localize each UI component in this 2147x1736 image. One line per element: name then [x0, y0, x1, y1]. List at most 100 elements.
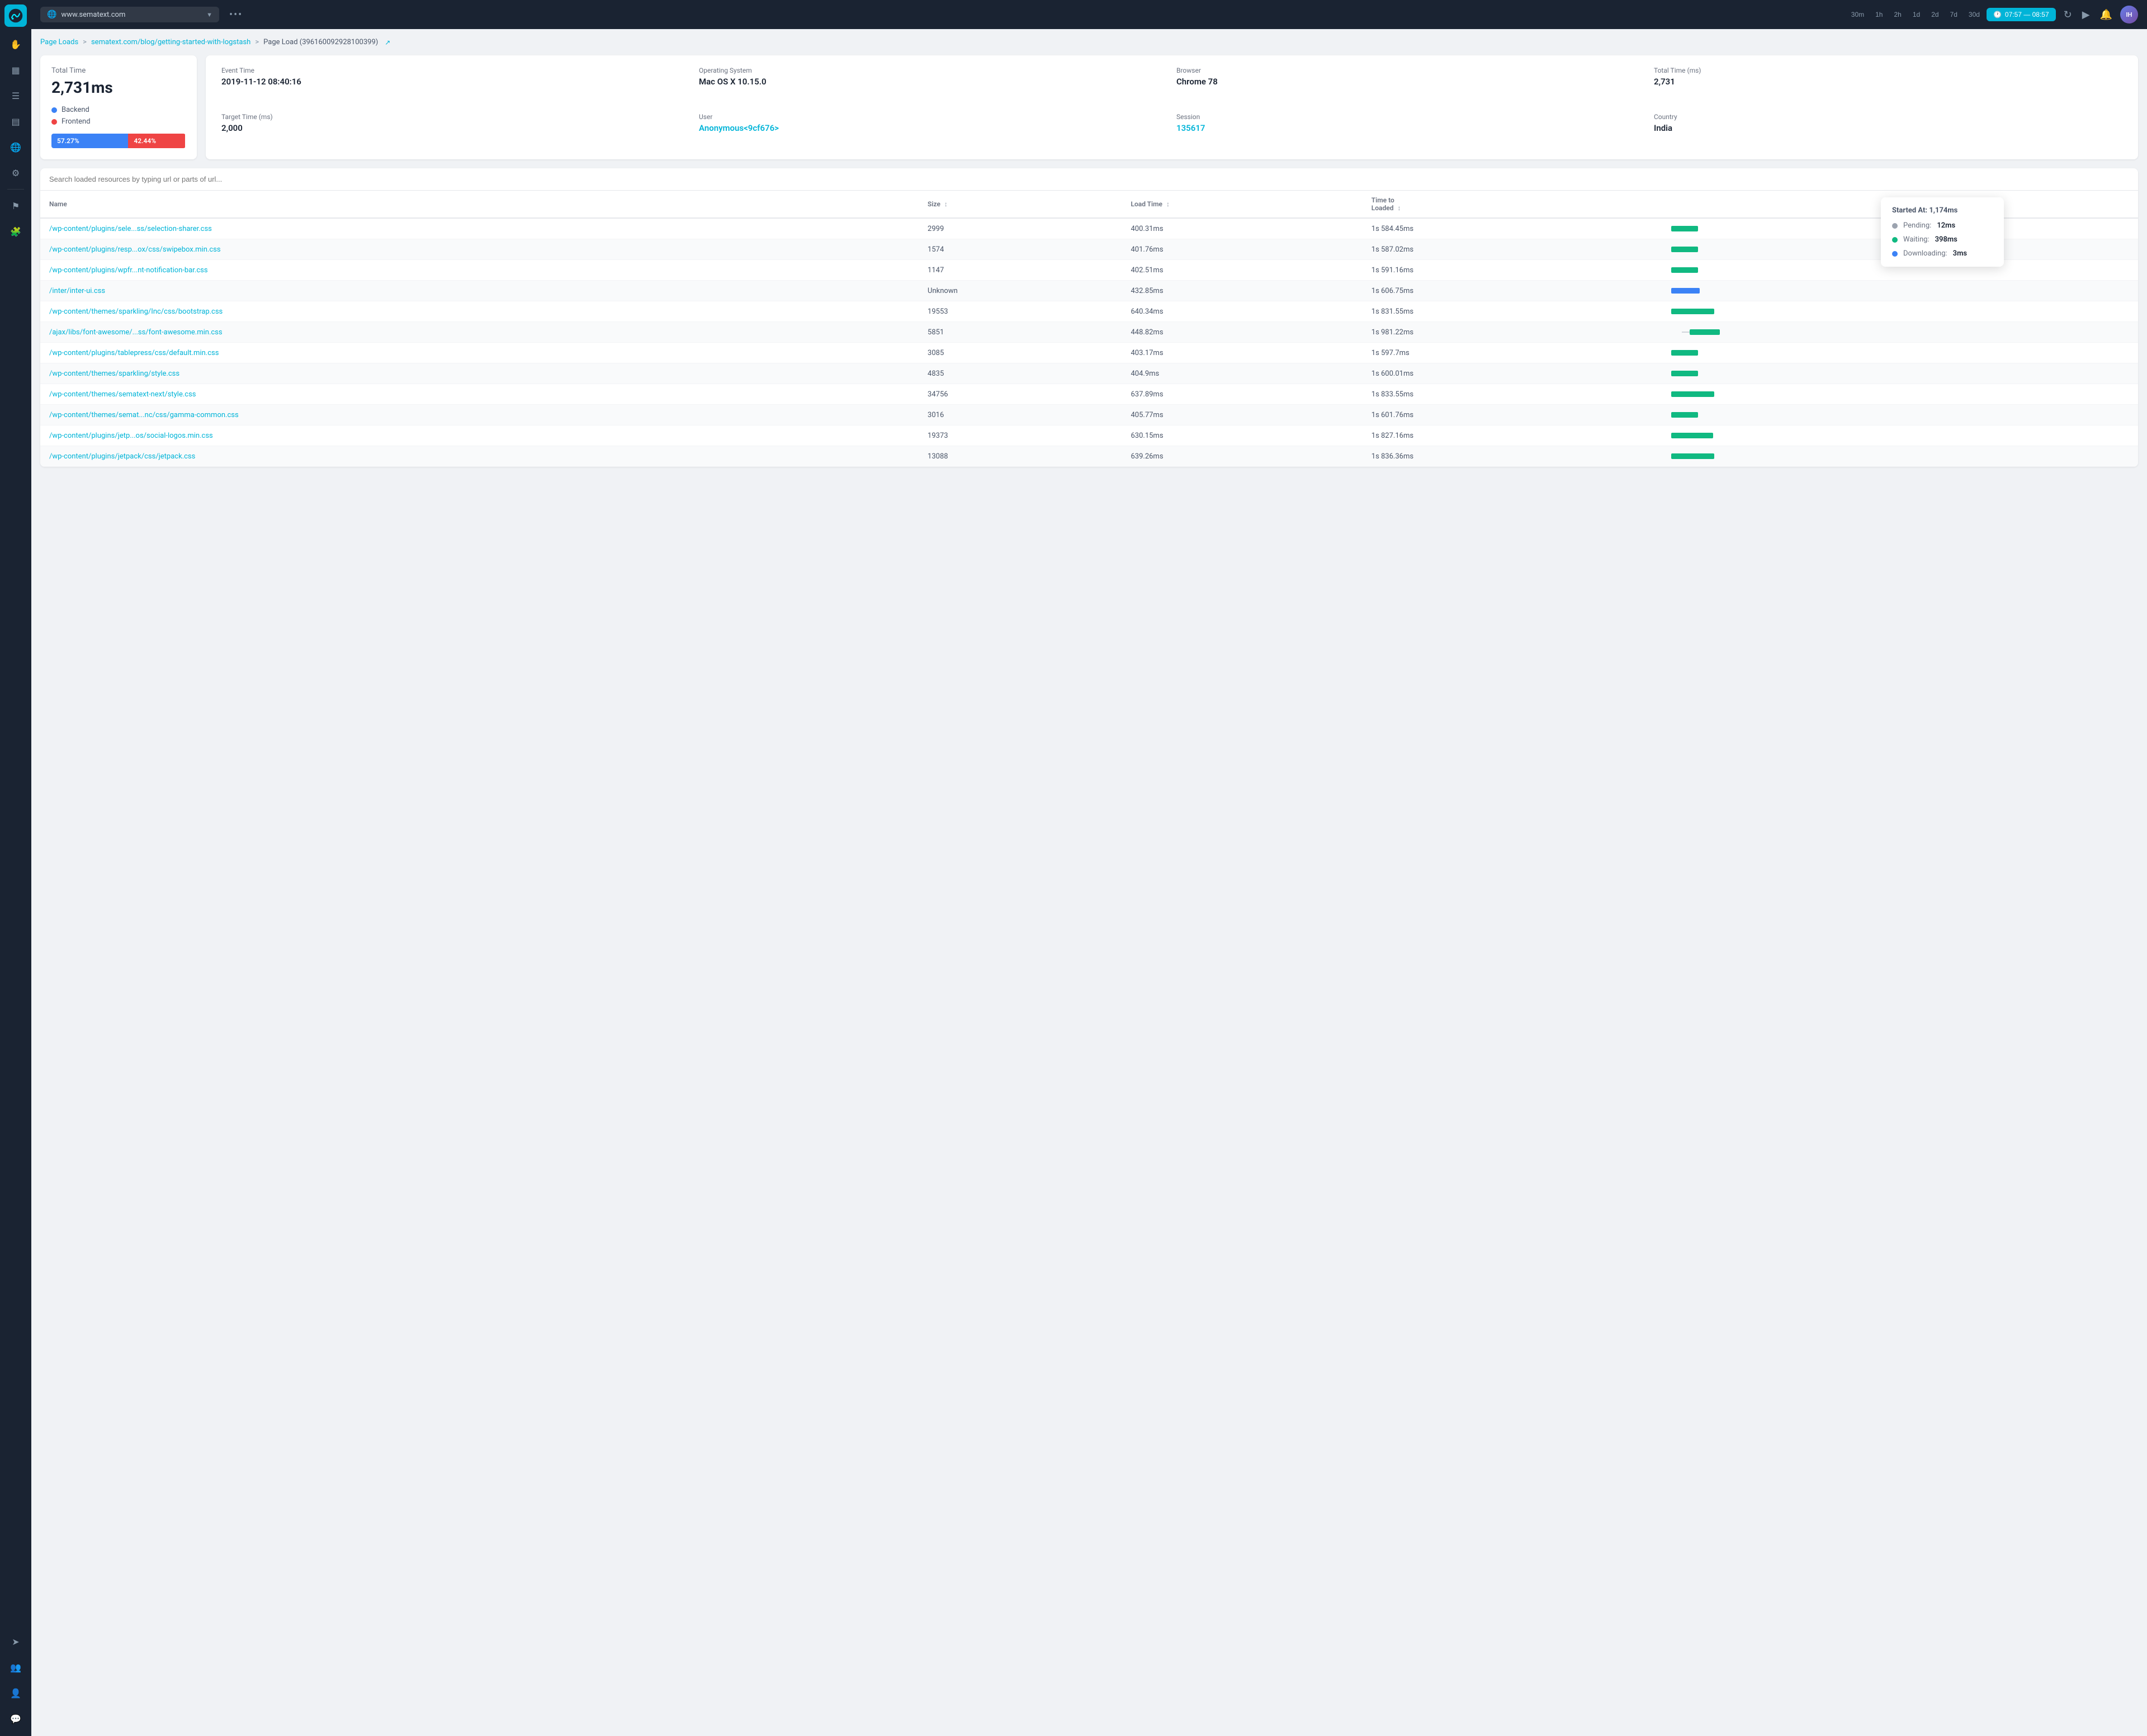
cell-timeline	[1617, 343, 2138, 363]
session-item: Session 135617	[1176, 113, 1645, 148]
sidebar-item-logs[interactable]: ☰	[4, 84, 27, 107]
table-row: /wp-content/plugins/jetpack/css/jetpack.…	[40, 446, 2138, 467]
cell-load-time: 448.82ms	[1122, 322, 1362, 343]
event-time-item: Event Time 2019-11-12 08:40:16	[221, 67, 690, 102]
frontend-legend: Frontend	[51, 117, 186, 126]
app-logo[interactable]	[4, 4, 27, 27]
cell-timeline	[1617, 281, 2138, 301]
resource-link[interactable]: /wp-content/themes/semat...nc/css/gamma-…	[49, 411, 239, 419]
os-label: Operating System	[699, 67, 1167, 74]
sidebar-item-integrations[interactable]: ⚙	[4, 162, 27, 184]
sidebar-item-cursor[interactable]: ✋	[4, 33, 27, 55]
user-item: User Anonymous<9cf676>	[699, 113, 1167, 148]
url-chevron-icon: ▼	[206, 11, 212, 18]
cell-load-time: 400.31ms	[1122, 218, 1362, 239]
resource-link[interactable]: /wp-content/themes/sparkling/style.css	[49, 370, 179, 378]
cell-time-loaded: 1s 601.76ms	[1363, 405, 1617, 425]
time-btn-30d[interactable]: 30d	[1964, 8, 1984, 21]
sidebar-item-team[interactable]: 👥	[4, 1656, 27, 1678]
tooltip-downloading-value: 3ms	[1953, 249, 1967, 258]
breadcrumb-blog-link[interactable]: sematext.com/blog/getting-started-with-l…	[91, 38, 250, 46]
sidebar-item-globe[interactable]: 🌐	[4, 136, 27, 158]
cell-timeline	[1617, 260, 2138, 281]
user-avatar[interactable]: IH	[2120, 6, 2138, 23]
resource-link[interactable]: /wp-content/plugins/resp...ox/css/swipeb…	[49, 245, 221, 254]
cell-size: 5851	[919, 322, 1122, 343]
browser-item: Browser Chrome 78	[1176, 67, 1645, 102]
url-bar[interactable]: 🌐 www.sematext.com ▼	[40, 7, 219, 22]
timeline-bar	[1671, 309, 1714, 314]
time-btn-30m[interactable]: 30m	[1847, 8, 1869, 21]
timeline-bar	[1690, 329, 1720, 335]
table-row: /wp-content/plugins/jetp...os/social-log…	[40, 425, 2138, 446]
col-time-loaded[interactable]: Time toLoaded ↕	[1363, 191, 1617, 218]
resource-link[interactable]: /wp-content/plugins/jetpack/css/jetpack.…	[49, 452, 195, 461]
tooltip-popup: Started At: 1,174ms Pending: 12ms Waitin…	[1881, 197, 2004, 267]
time-btn-1h[interactable]: 1h	[1871, 8, 1887, 21]
table-row: /wp-content/themes/semat...nc/css/gamma-…	[40, 405, 2138, 425]
backend-label: Backend	[62, 106, 89, 114]
time-btn-7d[interactable]: 7d	[1946, 8, 1962, 21]
sidebar-item-chat[interactable]: 💬	[4, 1707, 27, 1730]
topbar-more-button[interactable]: •••	[225, 7, 247, 23]
cell-time-loaded: 1s 836.36ms	[1363, 446, 1617, 467]
sidebar-item-user[interactable]: 👤	[4, 1682, 27, 1704]
timeline-bar	[1671, 453, 1714, 459]
time-btn-2h[interactable]: 2h	[1889, 8, 1905, 21]
resource-link[interactable]: /wp-content/themes/sematext-next/style.c…	[49, 390, 196, 399]
cell-load-time: 403.17ms	[1122, 343, 1362, 363]
table-body: /wp-content/plugins/sele...ss/selection-…	[40, 218, 2138, 467]
sidebar-item-charts[interactable]: ▤	[4, 110, 27, 133]
waiting-dot	[1892, 237, 1898, 243]
resource-link[interactable]: /wp-content/plugins/tablepress/css/defau…	[49, 349, 219, 357]
breadcrumb-external-link[interactable]: ↗	[385, 39, 390, 46]
table-row: /wp-content/plugins/tablepress/css/defau…	[40, 343, 2138, 363]
backend-legend: Backend	[51, 106, 186, 114]
cell-size: Unknown	[919, 281, 1122, 301]
tooltip-waiting-label: Waiting:	[1903, 235, 1930, 244]
backend-progress: 57.27%	[51, 134, 128, 148]
cell-load-time: 637.89ms	[1122, 384, 1362, 405]
resource-link[interactable]: /wp-content/plugins/wpfr...nt-notificati…	[49, 266, 208, 275]
resource-link[interactable]: /wp-content/themes/sparkling/Inc/css/boo…	[49, 308, 223, 316]
os-item: Operating System Mac OS X 10.15.0	[699, 67, 1167, 102]
sidebar-item-puzzle[interactable]: 🧩	[4, 220, 27, 243]
bell-button[interactable]: 🔔	[2098, 7, 2115, 23]
cell-name: /wp-content/themes/sparkling/Inc/css/boo…	[40, 301, 919, 322]
time-btn-1d[interactable]: 1d	[1908, 8, 1924, 21]
search-input[interactable]	[49, 175, 2129, 183]
clock-icon: 🕐	[1993, 11, 2002, 18]
cell-timeline	[1617, 218, 2138, 239]
frontend-progress: 42.44%	[128, 134, 185, 148]
resource-link[interactable]: /wp-content/plugins/sele...ss/selection-…	[49, 225, 212, 233]
user-value[interactable]: Anonymous<9cf676>	[699, 123, 1167, 133]
resource-link[interactable]: /inter/inter-ui.css	[49, 287, 105, 295]
sidebar-item-dashboard[interactable]: ▦	[4, 59, 27, 81]
cell-size: 13088	[919, 446, 1122, 467]
event-time-value: 2019-11-12 08:40:16	[221, 77, 690, 87]
resource-link[interactable]: /wp-content/plugins/jetp...os/social-log…	[49, 432, 213, 440]
time-btn-2d[interactable]: 2d	[1927, 8, 1943, 21]
sidebar-item-send[interactable]: ➤	[4, 1630, 27, 1653]
table-row: /wp-content/themes/sparkling/style.css48…	[40, 363, 2138, 384]
url-text: www.sematext.com	[61, 11, 125, 19]
resources-section: Started At: 1,174ms Pending: 12ms Waitin…	[40, 168, 2138, 467]
sidebar-item-flag[interactable]: ⚑	[4, 195, 27, 217]
cell-time-loaded: 1s 591.16ms	[1363, 260, 1617, 281]
summary-row: Total Time 2,731ms Backend Frontend 57.2…	[40, 55, 2138, 159]
session-value[interactable]: 135617	[1176, 123, 1645, 133]
target-ms-item: Target Time (ms) 2,000	[221, 113, 690, 148]
cell-size: 3085	[919, 343, 1122, 363]
time-range-selector[interactable]: 🕐 07:57 — 08:57	[1987, 8, 2056, 21]
col-load-time[interactable]: Load Time ↕	[1122, 191, 1362, 218]
breadcrumb-page-loads[interactable]: Page Loads	[40, 38, 78, 46]
reload-button[interactable]: ↻	[2061, 7, 2074, 23]
play-button[interactable]: ▶	[2080, 7, 2092, 23]
timeline-bar	[1671, 371, 1698, 376]
tooltip-waiting-value: 398ms	[1935, 235, 1957, 244]
col-size[interactable]: Size ↕	[919, 191, 1122, 218]
table-row: /wp-content/themes/sparkling/Inc/css/boo…	[40, 301, 2138, 322]
cell-name: /ajax/libs/font-awesome/...ss/font-aweso…	[40, 322, 919, 343]
resource-link[interactable]: /ajax/libs/font-awesome/...ss/font-aweso…	[49, 328, 223, 337]
total-ms-value: 2,731	[1654, 77, 2122, 87]
